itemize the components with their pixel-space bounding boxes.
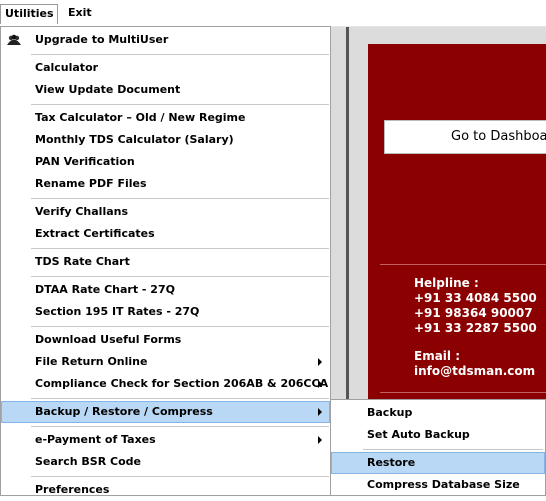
submenu-item-restore[interactable]: Restore (331, 452, 545, 474)
divider (380, 264, 546, 265)
menu-separator (31, 198, 329, 199)
menu-item-label: e-Payment of Taxes (35, 433, 156, 446)
menu-item-label: Upgrade to MultiUser (35, 33, 169, 46)
menu-item-pan-verification[interactable]: PAN Verification (1, 151, 330, 173)
menu-separator (31, 476, 329, 477)
helpline-phone-1: +91 33 4084 5500 (414, 291, 537, 305)
email-address[interactable]: info@tdsman.com (414, 364, 535, 379)
submenu-item-backup[interactable]: Backup (331, 402, 545, 424)
menu-utilities[interactable]: Utilities (0, 4, 58, 24)
menu-item-label: Tax Calculator – Old / New Regime (35, 111, 246, 124)
menu-item-rename-pdf[interactable]: Rename PDF Files (1, 173, 330, 195)
email-label: Email : (414, 349, 461, 363)
menu-item-label: Preferences (35, 483, 110, 496)
menu-item-label: Extract Certificates (35, 227, 155, 240)
menu-item-label: Monthly TDS Calculator (Salary) (35, 133, 234, 146)
menu-item-epayment[interactable]: e-Payment of Taxes (1, 429, 330, 451)
menu-item-section-195[interactable]: Section 195 IT Rates - 27Q (1, 301, 330, 323)
menu-item-label: Backup (367, 406, 413, 419)
menu-item-file-return[interactable]: File Return Online (1, 351, 330, 373)
menu-item-upgrade[interactable]: Upgrade to MultiUser (1, 29, 330, 51)
divider (380, 392, 546, 393)
menu-item-label: Compress Database Size (367, 478, 520, 491)
users-icon (7, 34, 21, 45)
menu-item-label: Section 195 IT Rates - 27Q (35, 305, 200, 318)
menu-item-search-bsr[interactable]: Search BSR Code (1, 451, 330, 473)
menu-item-label: Search BSR Code (35, 455, 141, 468)
menu-item-label: Calculator (35, 61, 99, 74)
menu-item-label: Restore (367, 456, 416, 469)
menu-item-monthly-tds[interactable]: Monthly TDS Calculator (Salary) (1, 129, 330, 151)
menu-item-calculator[interactable]: Calculator (1, 57, 330, 79)
menu-item-backup-restore[interactable]: Backup / Restore / Compress (1, 401, 330, 423)
menu-item-download-forms[interactable]: Download Useful Forms (1, 329, 330, 351)
menu-item-label: File Return Online (35, 355, 148, 368)
utilities-dropdown: Upgrade to MultiUser Calculator View Upd… (0, 26, 331, 496)
menu-item-label: PAN Verification (35, 155, 135, 168)
menu-separator (31, 398, 329, 399)
backup-submenu: Backup Set Auto Backup Restore Compress … (330, 399, 546, 496)
submenu-item-set-auto-backup[interactable]: Set Auto Backup (331, 424, 545, 446)
menu-item-label: View Update Document (35, 83, 181, 96)
menu-item-label: Verify Challans (35, 205, 129, 218)
menu-item-verify-challans[interactable]: Verify Challans (1, 201, 330, 223)
menu-separator (31, 54, 329, 55)
menu-item-compliance-check[interactable]: Compliance Check for Section 206AB & 206… (1, 373, 330, 395)
chevron-right-icon (318, 408, 322, 416)
chevron-right-icon (318, 358, 322, 366)
go-to-dashboard-button[interactable]: Go to Dashboard (384, 120, 546, 154)
menu-exit[interactable]: Exit (64, 4, 96, 24)
chevron-right-icon (318, 380, 322, 388)
menu-item-label: TDS Rate Chart (35, 255, 130, 268)
menu-item-extract-certificates[interactable]: Extract Certificates (1, 223, 330, 245)
menu-separator (363, 449, 543, 450)
menu-item-label: DTAA Rate Chart - 27Q (35, 283, 175, 296)
menu-item-label: Set Auto Backup (367, 428, 470, 441)
menu-item-label: Backup / Restore / Compress (35, 405, 213, 418)
menu-item-label: Download Useful Forms (35, 333, 182, 346)
menu-separator (31, 276, 329, 277)
menu-separator (31, 426, 329, 427)
chevron-right-icon (318, 436, 322, 444)
menu-item-tds-rate-chart[interactable]: TDS Rate Chart (1, 251, 330, 273)
helpline-phone-2: +91 98364 90007 (414, 306, 533, 320)
menu-separator (31, 326, 329, 327)
menu-separator (31, 248, 329, 249)
menu-bar: Utilities Exit (0, 0, 546, 27)
helpline-label: Helpline : (414, 276, 479, 290)
menu-item-view-update[interactable]: View Update Document (1, 79, 330, 101)
menu-item-tax-calculator[interactable]: Tax Calculator – Old / New Regime (1, 107, 330, 129)
menu-separator (31, 104, 329, 105)
menu-item-label: Rename PDF Files (35, 177, 147, 190)
submenu-item-compress-db[interactable]: Compress Database Size (331, 474, 545, 496)
menu-item-label: Compliance Check for Section 206AB & 206… (35, 377, 329, 390)
menu-item-preferences[interactable]: Preferences (1, 479, 330, 501)
helpline-phone-3: +91 33 2287 5500 (414, 321, 537, 335)
menu-item-dtaa-rate-chart[interactable]: DTAA Rate Chart - 27Q (1, 279, 330, 301)
